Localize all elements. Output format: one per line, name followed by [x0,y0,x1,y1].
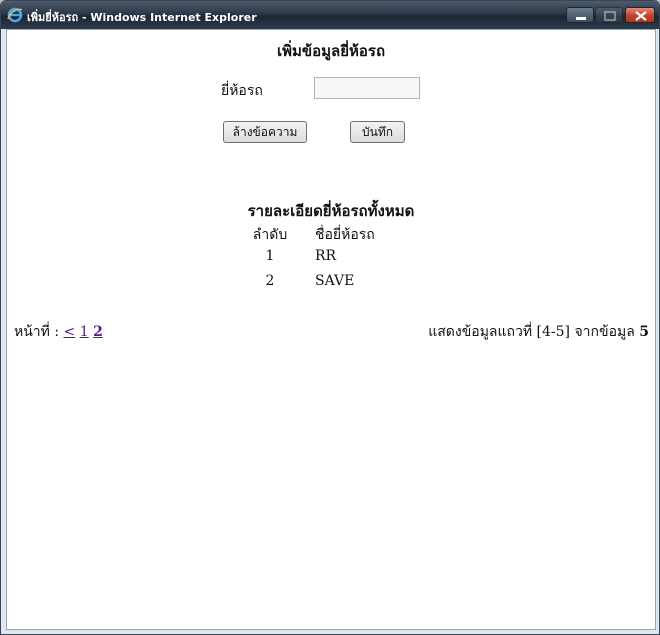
browser-window: เพิ่มยี่ห้อรถ - Windows Internet Explore… [0,0,660,635]
save-button[interactable]: บันทึก [350,121,405,143]
record-summary: แสดงข้อมูลแถวที่ [4-5] จากข้อมูล 5 [428,321,649,343]
summary-text: แสดงข้อมูลแถวที่ [4-5] จากข้อมูล [428,324,635,340]
clear-button[interactable]: ล้างข้อความ [223,121,307,143]
column-header-no: ลำดับ [252,227,288,243]
list-heading: รายละเอียดยี่ห้อรถทั้งหมด [247,202,415,220]
form-heading: เพิ่มข้อมูลยี่ห้อรถ [276,42,386,60]
brand-input[interactable] [314,77,420,99]
maximize-button[interactable] [595,7,623,23]
row-name: SAVE [315,273,355,289]
row-no: 1 [265,248,275,264]
row-no: 2 [265,273,275,289]
title-bar[interactable]: เพิ่มยี่ห้อรถ - Windows Internet Explore… [1,1,659,29]
page-content: เพิ่มข้อมูลยี่ห้อรถ ยี่ห้อรถ ล้างข้อความ… [6,29,656,630]
page-link-2[interactable]: 2 [93,324,103,340]
close-button[interactable] [625,7,655,23]
minimize-button[interactable] [566,7,594,23]
total-count: 5 [639,324,649,340]
pagination: หน้าที่ : < 1 2 [14,321,103,343]
brand-label: ยี่ห้อรถ [221,83,263,99]
row-name: RR [315,248,337,264]
pagination-label: หน้าที่ : [14,324,60,340]
column-header-name: ชื่อยี่ห้อรถ [315,227,375,243]
window-title: เพิ่มยี่ห้อรถ - Windows Internet Explore… [27,11,257,24]
prev-page-link[interactable]: < [64,324,76,340]
internet-explorer-icon [7,7,23,23]
page-link-1[interactable]: 1 [80,324,89,340]
